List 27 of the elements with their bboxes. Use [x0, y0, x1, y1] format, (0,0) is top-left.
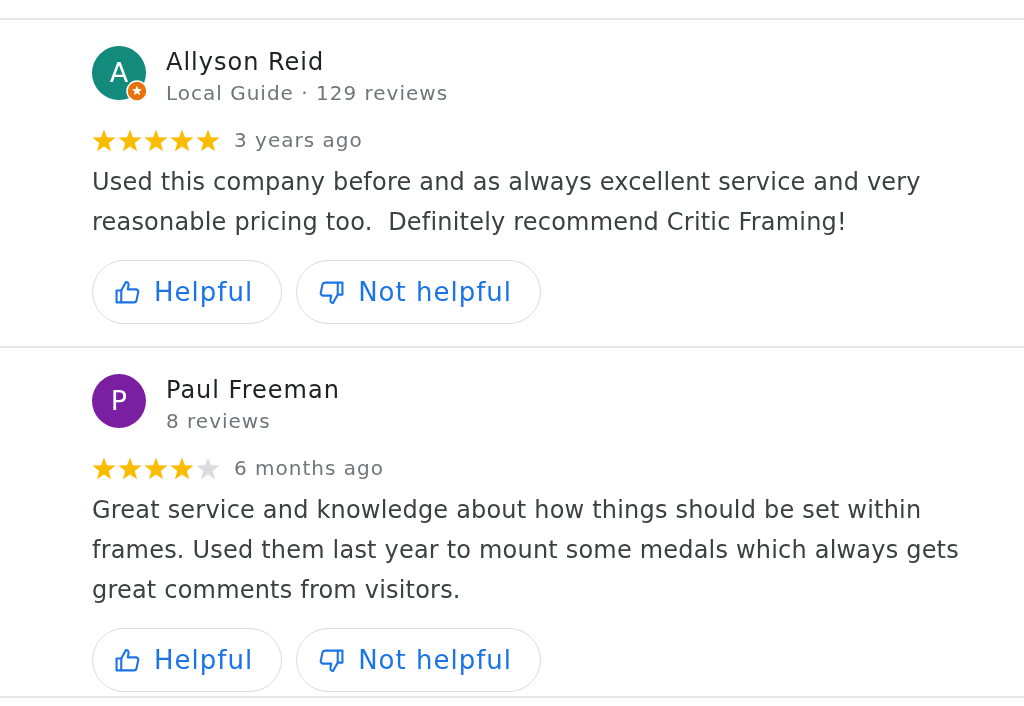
star-icon	[92, 456, 116, 480]
helpful-button[interactable]: Helpful	[92, 260, 283, 324]
star-icon	[144, 456, 168, 480]
star-icon	[118, 128, 142, 152]
thumbs-up-icon	[115, 279, 140, 305]
avatar: P	[92, 374, 146, 428]
thumbs-down-icon	[319, 279, 345, 305]
review-time: 6 months ago	[234, 455, 384, 482]
reviewer-meta: 8 reviews	[166, 408, 272, 435]
not-helpful-button[interactable]: Not helpful	[296, 628, 541, 692]
star-icon	[170, 128, 194, 152]
review-text: Great service and knowledge about how things should be set within frames. Used them last year to mount some medals which always gets great comments from visitors.	[92, 495, 960, 606]
not-helpful-button[interactable]: Not helpful	[296, 260, 541, 324]
star-icon	[170, 456, 194, 480]
star-icon	[196, 128, 220, 152]
star-icon	[144, 128, 168, 152]
review-text: Used this company before and as always excellent service and very reasonable pricing too. Definitely recommend Critic Framing!	[92, 167, 922, 238]
thumbs-up-icon	[115, 647, 140, 673]
reviewer-meta: Local Guide · 129 reviews	[166, 80, 449, 107]
helpful-button[interactable]: Helpful	[92, 628, 283, 692]
thumbs-down-icon	[319, 647, 345, 673]
star-icon	[92, 128, 116, 152]
star-icon	[118, 456, 142, 480]
star-icon	[196, 456, 220, 480]
author-name[interactable]: Paul Freeman	[166, 374, 340, 406]
review-time: 3 years ago	[234, 127, 363, 154]
author-name[interactable]: Allyson Reid	[166, 46, 449, 78]
